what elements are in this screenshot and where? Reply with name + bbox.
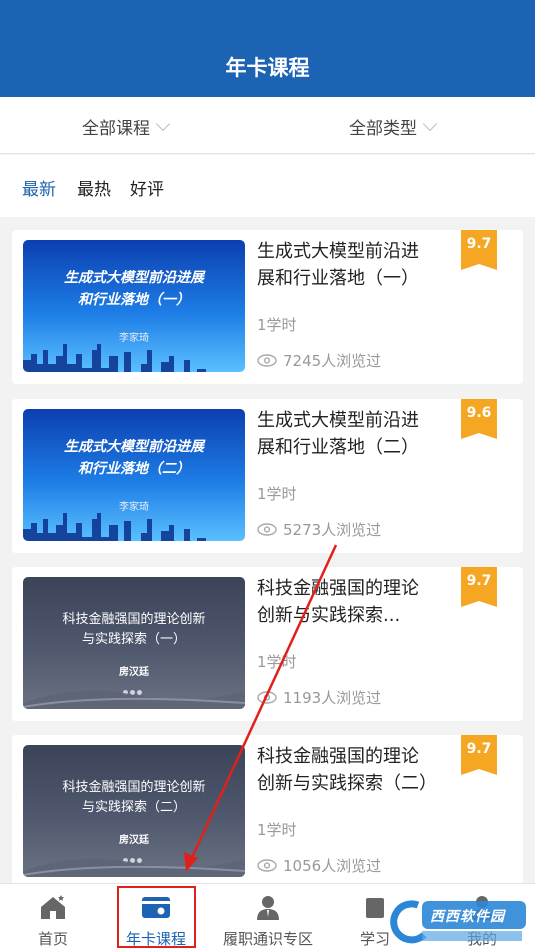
view-count: 1193人浏览过 [257, 687, 381, 708]
highlight-box-annotation [117, 886, 196, 948]
course-title-line2: 创新与实践探索（二） [257, 773, 437, 794]
chevron-down-icon [155, 116, 171, 132]
view-count: 5273人浏览过 [257, 519, 381, 540]
course-thumbnail: 科技金融强国的理论创新 与实践探索（一） 房汉廷 [23, 577, 245, 709]
score-badge: 9.7 [461, 735, 497, 775]
thumbnail-title-line1: 生成式大模型前沿进展 [64, 439, 204, 455]
score-value: 9.7 [466, 573, 492, 589]
eye-icon [257, 354, 277, 367]
view-count: 7245人浏览过 [257, 350, 381, 371]
course-title-line1: 生成式大模型前沿进 [257, 241, 419, 262]
course-title[interactable]: 科技金融强国的理论 创新与实践探索... [257, 575, 467, 629]
course-title-line2: 创新与实践探索... [257, 605, 401, 626]
city-skyline-graphic [23, 513, 211, 541]
thumbnail-title-line2: 与实践探索（二） [81, 800, 186, 815]
score-badge: 9.6 [461, 399, 497, 439]
thumbnail-title-line2: 和行业落地（一） [78, 292, 190, 308]
eye-icon [257, 859, 277, 872]
city-skyline-graphic [23, 344, 211, 372]
course-title[interactable]: 生成式大模型前沿进 展和行业落地（二） [257, 407, 467, 461]
highway-graphic [23, 690, 245, 709]
view-count-text: 5273人浏览过 [283, 521, 382, 539]
course-hours: 1学时 [257, 485, 297, 503]
view-count-text: 1193人浏览过 [283, 689, 382, 707]
home-icon [41, 895, 65, 919]
person-icon [257, 896, 279, 920]
view-count-text: 1056人浏览过 [283, 857, 382, 875]
course-hours: 1学时 [257, 821, 297, 839]
course-title[interactable]: 生成式大模型前沿进 展和行业落地（一） [257, 238, 467, 292]
course-hours: 1学时 [257, 653, 297, 671]
sort-bar: 最新 最热 好评 [0, 155, 535, 217]
filter-all-courses-dropdown[interactable]: 全部课程 [82, 114, 171, 139]
eye-icon [257, 523, 277, 536]
course-thumbnail: 生成式大模型前沿进展 和行业落地（二） 李家琦 [23, 409, 245, 541]
course-card[interactable]: 科技金融强国的理论创新 与实践探索（二） 房汉廷 科技金融强国的理论 创新与实践… [12, 735, 523, 889]
sort-tab-top-rated[interactable]: 好评 [130, 175, 164, 200]
course-title[interactable]: 科技金融强国的理论 创新与实践探索（二） [257, 743, 467, 797]
filter-all-courses-label: 全部课程 [82, 119, 150, 139]
course-card[interactable]: 科技金融强国的理论创新 与实践探索（一） 房汉廷 科技金融强国的理论 创新与实践… [12, 567, 523, 721]
course-thumbnail: 生成式大模型前沿进展 和行业落地（一） 李家琦 [23, 240, 245, 372]
tab-home[interactable]: 首页 [4, 884, 102, 951]
book-icon [366, 898, 384, 918]
tab-home-label: 首页 [37, 930, 68, 948]
course-title-line1: 生成式大模型前沿进 [257, 410, 419, 431]
course-hours: 1学时 [257, 316, 297, 334]
thumbnail-title-line1: 生成式大模型前沿进展 [64, 270, 204, 286]
course-card[interactable]: 生成式大模型前沿进展 和行业落地（二） 李家琦 生成式大模型前沿进 展和行业落地… [12, 399, 523, 553]
highway-graphic [23, 858, 245, 877]
sort-tab-hottest[interactable]: 最热 [77, 175, 111, 200]
eye-icon [257, 691, 277, 704]
view-count-text: 7245人浏览过 [283, 352, 382, 370]
thumbnail-title-line1: 科技金融强国的理论创新 [62, 780, 206, 795]
app-header: 年卡课程 [0, 0, 535, 97]
course-title-line1: 科技金融强国的理论 [257, 578, 419, 599]
course-title-line2: 展和行业落地（二） [257, 437, 419, 458]
filter-all-types-dropdown[interactable]: 全部类型 [349, 114, 438, 139]
thumbnail-title-line2: 和行业落地（二） [78, 461, 190, 477]
course-title-line2: 展和行业落地（一） [257, 268, 419, 289]
course-title-line1: 科技金融强国的理论 [257, 746, 419, 767]
tab-duty-zone[interactable]: 履职通识专区 [207, 884, 329, 951]
thumbnail-title-line1: 科技金融强国的理论创新 [62, 612, 206, 627]
chevron-down-icon [422, 116, 438, 132]
score-value: 9.6 [466, 405, 492, 421]
course-card[interactable]: 生成式大模型前沿进展 和行业落地（一） 李家琦 生成式大模型前沿进 展和行业落地… [12, 230, 523, 384]
watermark-text: 西西软件园 [430, 909, 505, 925]
thumbnail-title-line2: 与实践探索（一） [81, 632, 186, 647]
tab-duty-zone-label: 履职通识专区 [222, 930, 313, 948]
score-value: 9.7 [466, 741, 492, 757]
page-title: 年卡课程 [225, 56, 310, 80]
filter-all-types-label: 全部类型 [349, 119, 417, 139]
score-badge: 9.7 [461, 230, 497, 270]
filter-bar: 全部课程 全部类型 [0, 97, 535, 154]
view-count: 1056人浏览过 [257, 855, 381, 876]
sort-tab-newest[interactable]: 最新 [22, 175, 56, 200]
score-badge: 9.7 [461, 567, 497, 607]
score-value: 9.7 [466, 236, 492, 252]
course-thumbnail: 科技金融强国的理论创新 与实践探索（二） 房汉廷 [23, 745, 245, 877]
